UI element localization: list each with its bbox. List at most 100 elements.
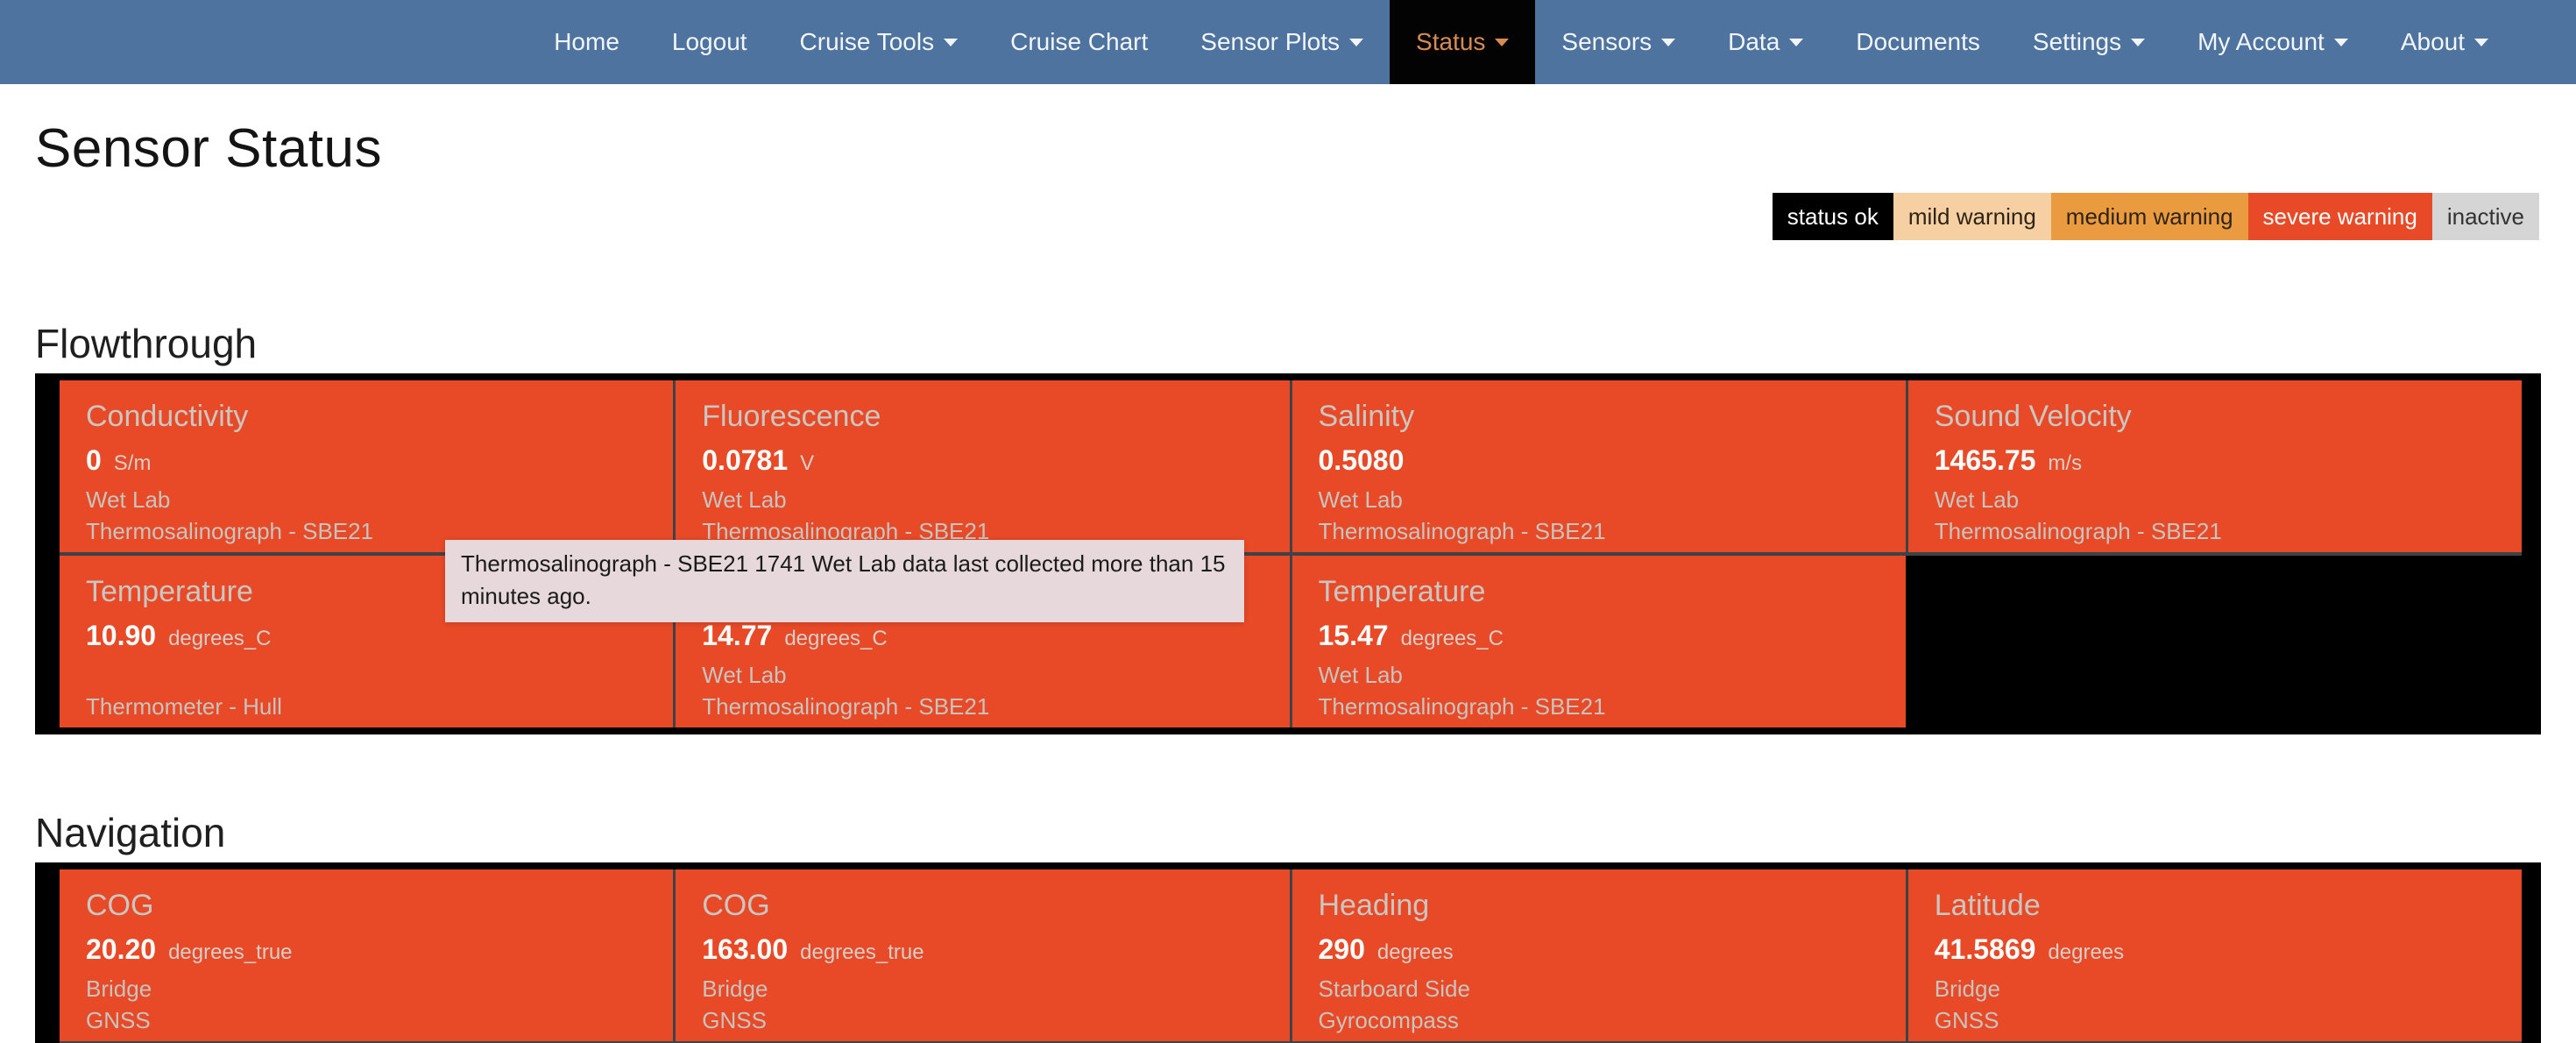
sensor-name: Salinity [1319, 398, 1879, 435]
sensor-tile-salinity[interactable]: Salinity 0.5080 Wet Lab Thermosalinograp… [1290, 380, 1906, 552]
sensor-unit: degrees_C [1401, 627, 1504, 650]
sensor-location: Wet Lab [1935, 484, 2495, 515]
sensor-tile-cog-1[interactable]: COG 20.20degrees_true Bridge GNSS [60, 869, 673, 1041]
sensor-unit: S/m [114, 451, 152, 475]
sensor-tile-cog-2[interactable]: COG 163.00 degrees_true Bridge GNSS [673, 869, 1289, 1041]
nav-item-data[interactable]: Data [1702, 0, 1829, 84]
sensor-unit: degrees [1377, 940, 1454, 964]
caret-down-icon [944, 39, 958, 46]
empty-cell [1906, 556, 2522, 727]
section-title-navigation: Navigation [35, 808, 2576, 857]
sensor-tile-conductivity[interactable]: Conductivity 0S/m Wet Lab Thermosalinogr… [60, 380, 673, 552]
top-navbar: Home Logout Cruise Tools Cruise Chart Se… [0, 0, 2576, 84]
sensor-model: GNSS [702, 1004, 1263, 1036]
sensor-value: 41.5869 [1935, 933, 2036, 965]
sensor-unit: degrees_C [168, 627, 271, 650]
sensor-name: Heading [1319, 887, 1879, 924]
sensor-model: GNSS [1935, 1004, 2495, 1036]
sensor-name: COG [86, 887, 647, 924]
flowthrough-panel: Conductivity 0 S/m Wet Lab Thermosalinogr… [35, 373, 2541, 734]
nav-item-label: About [2401, 28, 2465, 56]
nav-item-label: Sensor Plots [1200, 28, 1340, 56]
sensor-value: 1465.75 [1935, 444, 2036, 476]
nav-list: Home Logout Cruise Tools Cruise Chart Se… [527, 0, 2515, 84]
legend-mild-warning: mild warning [1893, 193, 2051, 240]
navigation-panel: COG 20.20 degrees_true Bridge GNSS COG 16… [35, 862, 2541, 1043]
sensor-value: 0 [86, 444, 102, 476]
section-title-flowthrough: Flowthrough [35, 319, 2576, 368]
tile-row: COG 20.20 degrees_true Bridge GNSS COG 16… [60, 869, 2522, 1041]
sensor-location: Wet Lab [86, 484, 647, 515]
sensor-location: Bridge [702, 973, 1263, 1004]
caret-down-icon [2474, 39, 2488, 46]
sensor-tile-sound-velocity[interactable]: Sound Velocity 1465.75m/s Wet Lab Thermo… [1906, 380, 2522, 552]
sensor-location: Wet Lab [1319, 659, 1879, 691]
nav-item-label: Documents [1856, 28, 1980, 56]
sensor-unit: degrees [2048, 940, 2124, 964]
sensor-name: Latitude [1935, 887, 2495, 924]
nav-item-logout[interactable]: Logout [646, 0, 774, 84]
sensor-tile-fluorescence[interactable]: Fluorescence 0.0781V Wet Lab Thermosalin… [673, 380, 1289, 552]
status-legend: status ok mild warning medium warning se… [0, 193, 2539, 240]
nav-item-my-account[interactable]: My Account [2171, 0, 2374, 84]
sensor-location: Wet Lab [702, 659, 1263, 691]
sensor-unit: degrees_C [784, 627, 887, 650]
sensor-value: 10.90 [86, 620, 156, 651]
sensor-model: Thermosalinograph - SBE21 [1319, 691, 1879, 722]
nav-item-label: Settings [2033, 28, 2121, 56]
sensor-location: Wet Lab [702, 484, 1263, 515]
sensor-tile-heading[interactable]: Heading 290 degrees Starboard Side Gyroco… [1290, 869, 1906, 1041]
legend-severe-warning: severe warning [2248, 193, 2432, 240]
nav-item-settings[interactable]: Settings [2006, 0, 2171, 84]
nav-item-cruise-chart[interactable]: Cruise Chart [984, 0, 1174, 84]
nav-item-label: Home [554, 28, 619, 56]
caret-down-icon [1349, 39, 1363, 46]
nav-item-label: Cruise Chart [1010, 28, 1148, 56]
nav-item-home[interactable]: Home [527, 0, 646, 84]
sensor-value: 20.20 [86, 933, 156, 965]
nav-item-documents[interactable]: Documents [1829, 0, 2006, 84]
tile-row: Temperature 10.90 degrees_C Thermometer -… [60, 552, 2522, 727]
sensor-name: Temperature [1319, 573, 1879, 610]
nav-item-label: Status [1416, 28, 1485, 56]
nav-item-label: Data [1728, 28, 1780, 56]
sensor-name: COG [702, 887, 1263, 924]
sensor-model: Thermosalinograph - SBE21 [702, 691, 1263, 722]
caret-down-icon [1661, 39, 1675, 46]
sensor-model: Thermometer - Hull [86, 691, 647, 722]
nav-item-sensors[interactable]: Sensors [1535, 0, 1702, 84]
caret-down-icon [1789, 39, 1803, 46]
sensor-unit: degrees_true [800, 940, 924, 964]
sensor-tile-temperature-wetlab-2[interactable]: Temperature 15.47 degrees_C Wet Lab Therm… [1290, 556, 1906, 727]
nav-item-cruise-tools[interactable]: Cruise Tools [774, 0, 985, 84]
page-title: Sensor Status [35, 116, 2576, 182]
sensor-unit: V [800, 451, 814, 475]
sensor-unit: degrees_true [168, 940, 292, 964]
sensor-name: Sound Velocity [1935, 398, 2495, 435]
legend-inactive: inactive [2432, 193, 2539, 240]
sensor-value: 163.00 [702, 933, 788, 965]
sensor-value: 0.5080 [1319, 444, 1405, 476]
sensor-location: Starboard Side [1319, 973, 1879, 1004]
caret-down-icon [2334, 39, 2348, 46]
sensor-value: 0.0781 [702, 444, 788, 476]
sensor-location: Bridge [86, 973, 647, 1004]
sensor-location [86, 659, 647, 691]
sensor-location: Wet Lab [1319, 484, 1879, 515]
sensor-name: Conductivity [86, 398, 647, 435]
tile-row: Conductivity 0 S/m Wet Lab Thermosalinogr… [60, 380, 2522, 552]
nav-item-label: My Account [2197, 28, 2325, 56]
sensor-name: Fluorescence [702, 398, 1263, 435]
legend-medium-warning: medium warning [2051, 193, 2248, 240]
nav-item-sensor-plots[interactable]: Sensor Plots [1174, 0, 1390, 84]
sensor-model: Gyrocompass [1319, 1004, 1879, 1036]
sensor-value: 290 [1319, 933, 1365, 965]
sensor-value: 15.47 [1319, 620, 1389, 651]
sensor-tile-latitude[interactable]: Latitude 41.5869 degrees Bridge GNSS [1906, 869, 2522, 1041]
sensor-location: Bridge [1935, 973, 2495, 1004]
nav-item-about[interactable]: About [2374, 0, 2515, 84]
nav-item-label: Logout [672, 28, 747, 56]
nav-item-status[interactable]: Status [1390, 0, 1535, 84]
nav-item-label: Cruise Tools [800, 28, 935, 56]
sensor-model: Thermosalinograph - SBE21 [1319, 515, 1879, 547]
